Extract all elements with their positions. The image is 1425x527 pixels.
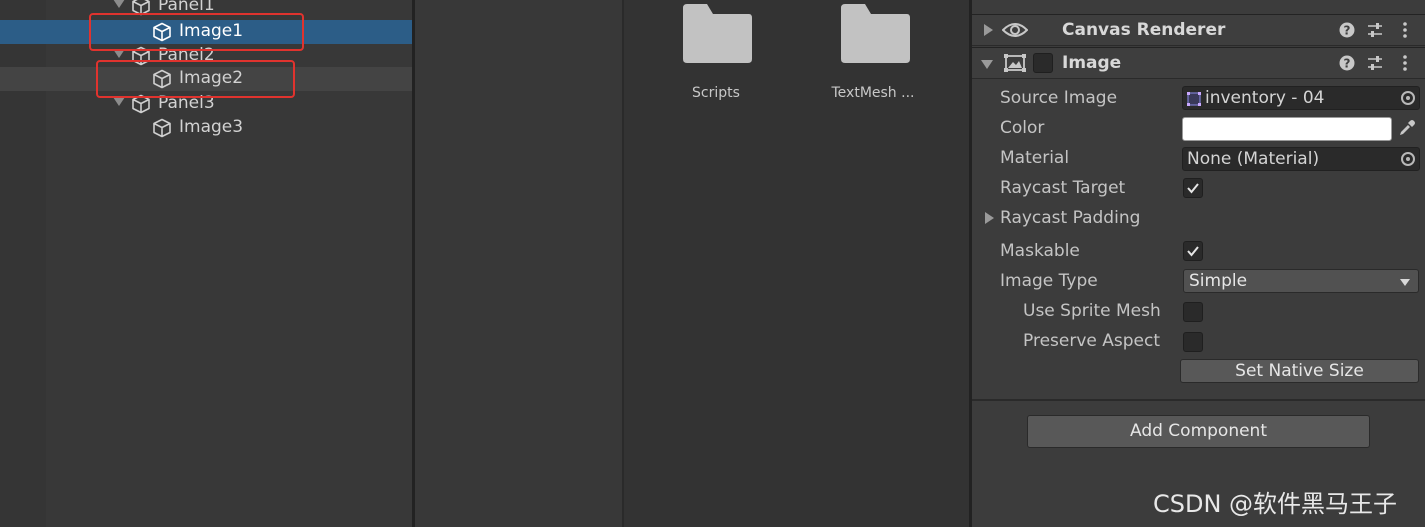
inspector-panel: Canvas Renderer ? Image ? Source Image i… [972,0,1425,527]
svg-text:?: ? [1344,24,1351,38]
material-value: None (Material) [1187,149,1320,169]
image-type-dropdown[interactable]: Simple [1183,269,1419,293]
preserve-aspect-label: Preserve Aspect [1023,331,1161,351]
raycast-padding-label[interactable]: Raycast Padding [1000,208,1140,228]
expanded-arrow-icon[interactable] [981,60,993,69]
checkmark-icon [1187,183,1199,194]
object-picker-icon[interactable] [1401,91,1415,105]
raycast-target-label: Raycast Target [1000,178,1126,198]
project-folder-tree [415,0,623,527]
image-type-label: Image Type [1000,271,1098,291]
preset-settings-icon[interactable] [1367,22,1383,38]
folder-icon[interactable] [681,2,753,64]
add-component-button[interactable]: Add Component [1027,415,1370,448]
hierarchy-item-image3[interactable]: Image3 [0,116,412,140]
source-image-value: inventory - 04 [1205,88,1325,108]
collapsed-arrow-icon[interactable] [984,24,993,36]
preset-settings-icon[interactable] [1367,55,1383,71]
image-type-value: Simple [1189,271,1248,291]
folder-label-scripts[interactable]: Scripts [656,85,776,101]
gameobject-cube-icon [153,118,171,138]
maskable-checkbox[interactable] [1183,241,1203,261]
color-label: Color [1000,118,1045,138]
svg-text:?: ? [1344,57,1351,71]
eye-icon [1002,23,1028,37]
more-options-icon[interactable] [1402,22,1408,38]
material-field[interactable]: None (Material) [1182,147,1420,171]
raycast-padding-arrow-icon[interactable] [985,212,994,224]
hierarchy-panel: Panel1 Image1 Panel2 Image2 Panel3 Image… [0,0,412,527]
inspector-separator [972,399,1425,401]
highlight-box-image2 [96,60,295,98]
material-label: Material [1000,148,1070,168]
raycast-target-checkbox[interactable] [1183,178,1203,198]
object-picker-icon[interactable] [1401,152,1415,166]
component-header-image[interactable]: Image ? [972,47,1425,79]
checkmark-icon [1187,246,1199,257]
image-component-icon [1004,54,1026,72]
component-title: Image [1062,53,1122,73]
set-native-size-button[interactable]: Set Native Size [1180,359,1419,383]
use-sprite-mesh-checkbox[interactable] [1183,302,1203,322]
component-header-canvas-renderer[interactable]: Canvas Renderer ? [972,14,1425,46]
eyedropper-icon[interactable] [1398,119,1416,137]
help-icon[interactable]: ? [1339,22,1355,38]
watermark-text: CSDN @软件黑马王子 [1153,490,1398,518]
expand-arrow-icon[interactable] [113,0,125,8]
expand-arrow-icon[interactable] [113,97,125,106]
preserve-aspect-checkbox[interactable] [1183,332,1203,352]
project-asset-grid: Scripts TextMesh ... [624,0,969,527]
folder-icon[interactable] [839,2,911,64]
component-enabled-checkbox[interactable] [1033,53,1053,73]
dropdown-arrow-icon [1400,279,1410,286]
sprite-icon [1187,92,1201,106]
color-field[interactable] [1182,117,1392,141]
source-image-field[interactable]: inventory - 04 [1182,86,1420,110]
use-sprite-mesh-label: Use Sprite Mesh [1023,301,1161,321]
help-icon[interactable]: ? [1339,55,1355,71]
hierarchy-item-label: Image3 [179,117,244,137]
source-image-label: Source Image [1000,88,1118,108]
highlight-box-image1 [89,13,304,51]
more-options-icon[interactable] [1402,55,1408,71]
component-title: Canvas Renderer [1062,20,1226,40]
folder-label-textmesh[interactable]: TextMesh ... [813,85,933,101]
maskable-label: Maskable [1000,241,1080,261]
